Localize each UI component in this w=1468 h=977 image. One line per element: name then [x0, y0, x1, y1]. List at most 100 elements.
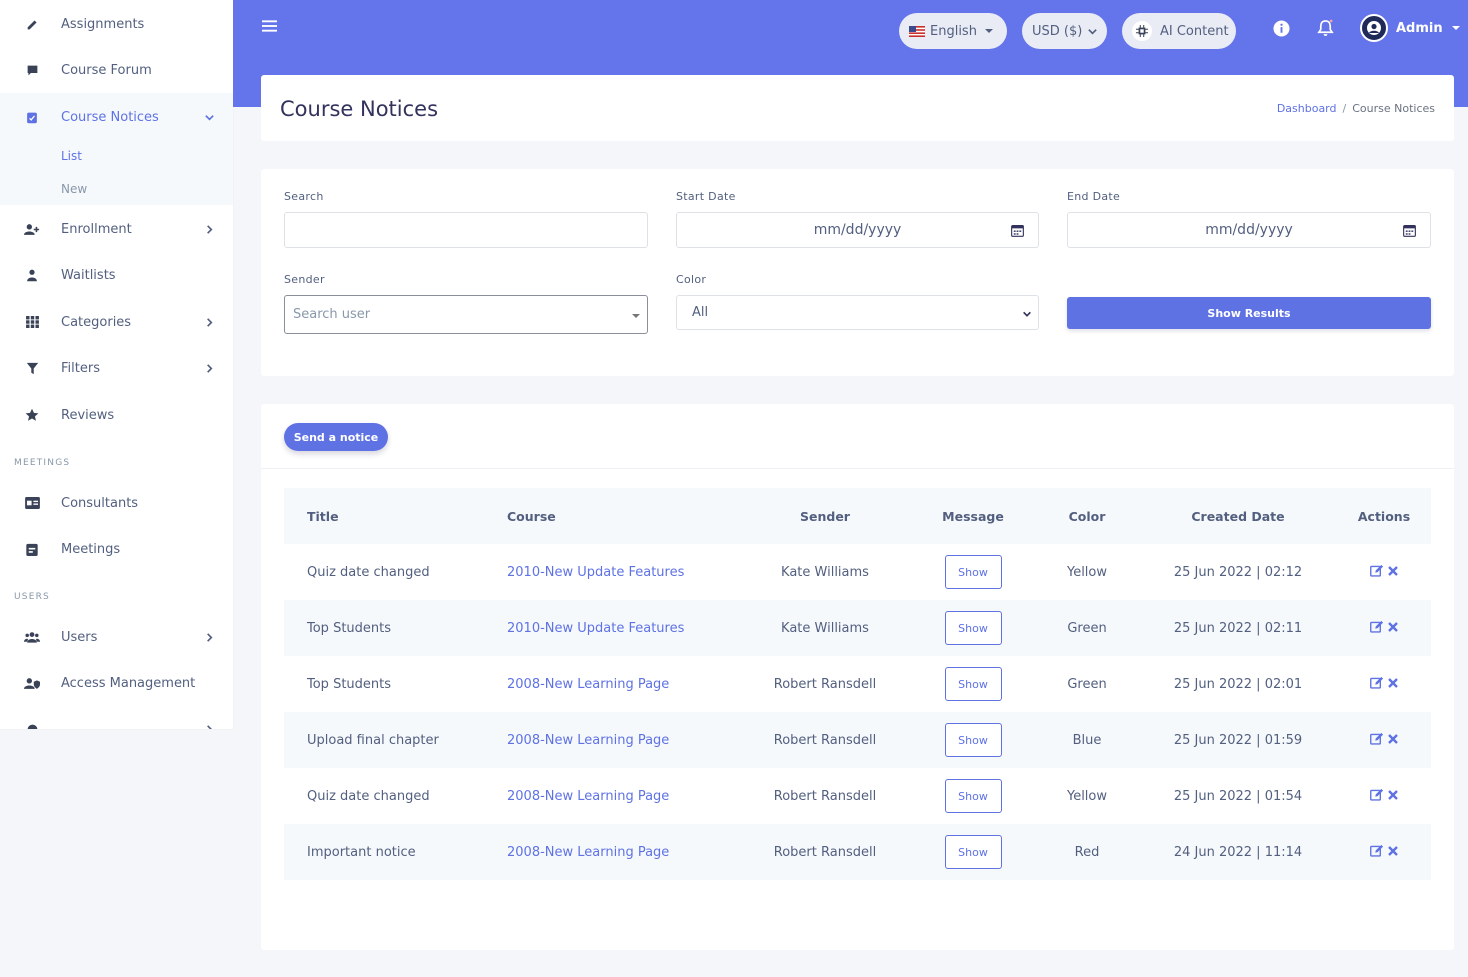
sidebar-item-enrollment[interactable]: Enrollment: [0, 206, 233, 252]
sidebar-item-label: Meetings: [61, 541, 121, 557]
table-row: Quiz date changed 2008-New Learning Page R…: [284, 768, 1431, 824]
sidebar-item-access-management[interactable]: Access Management: [0, 660, 233, 706]
hamburger-menu-icon[interactable]: [262, 18, 278, 34]
color-label: Color: [676, 273, 707, 286]
send-notice-button[interactable]: Send a notice: [284, 423, 388, 451]
sidebar-item-course-notices[interactable]: Course Notices: [0, 94, 233, 140]
chevron-right-icon: [202, 361, 216, 375]
search-label: Search: [284, 190, 324, 203]
sidebar-subitem-list[interactable]: List: [61, 149, 82, 163]
cell-sender: Robert Ransdell: [773, 732, 877, 748]
delete-icon[interactable]: [1388, 621, 1398, 636]
table-row: Top Students 2008-New Learning Page Robert…: [284, 656, 1431, 712]
table-row: Upload final chapter 2008-New Learning Pa…: [284, 712, 1431, 768]
header-title: Title: [307, 508, 339, 524]
sidebar-item-categories[interactable]: Categories: [0, 299, 233, 345]
ai-content-button[interactable]: AI Content: [1122, 13, 1236, 49]
sidebar-item-assignments[interactable]: Assignments: [0, 1, 233, 47]
course-link[interactable]: 2010-New Update Features: [507, 621, 684, 636]
edit-icon[interactable]: [1370, 564, 1384, 581]
cell-title: Quiz date changed: [307, 788, 430, 804]
cell-title: Top Students: [307, 620, 392, 636]
cell-sender: Robert Ransdell: [773, 844, 877, 860]
user-plus-icon: [24, 221, 40, 237]
cell-color: Blue: [1072, 732, 1102, 748]
sidebar-item-users[interactable]: Users: [0, 614, 233, 660]
sidebar-item-filters[interactable]: Filters: [0, 345, 233, 391]
start-date-input[interactable]: mm/dd/yyyy: [676, 212, 1039, 248]
show-message-button[interactable]: Show: [944, 723, 1002, 757]
pencil-icon: [24, 16, 40, 32]
edit-icon[interactable]: [1370, 732, 1384, 749]
cell-created-date: 25 Jun 2022 | 02:12: [1173, 564, 1303, 580]
show-message-button[interactable]: Show: [944, 667, 1002, 701]
delete-icon[interactable]: [1388, 677, 1398, 692]
sidebar-item-label: Enrollment: [61, 221, 132, 237]
sidebar-item-label: Reviews: [61, 407, 115, 423]
sidebar-item-waitlists[interactable]: Waitlists: [0, 252, 233, 298]
course-link[interactable]: 2008-New Learning Page: [507, 733, 669, 748]
sender-select[interactable]: Search user: [284, 295, 648, 334]
edit-icon[interactable]: [1370, 620, 1384, 637]
avatar: [1360, 14, 1388, 42]
color-select[interactable]: All: [676, 295, 1039, 330]
course-link[interactable]: 2008-New Learning Page: [507, 677, 669, 692]
calendar-icon[interactable]: [1403, 224, 1416, 241]
sidebar-item-label: Assignments: [61, 16, 145, 32]
caret-down-icon: [632, 314, 640, 318]
info-icon[interactable]: [1271, 18, 1291, 38]
header-message: Message: [942, 508, 1004, 524]
course-link[interactable]: 2008-New Learning Page: [507, 789, 669, 804]
cell-created-date: 25 Jun 2022 | 01:54: [1173, 788, 1303, 804]
user-clock-icon: [24, 267, 40, 283]
sidebar-item-cut-off[interactable]: [0, 706, 233, 729]
cell-sender: Kate Williams: [781, 620, 869, 636]
show-message-button[interactable]: Show: [944, 555, 1002, 589]
show-results-button[interactable]: Show Results: [1067, 297, 1431, 329]
users-icon: [24, 629, 40, 645]
delete-icon[interactable]: [1388, 565, 1398, 580]
calendar-icon[interactable]: [1011, 224, 1024, 241]
show-message-button[interactable]: Show: [944, 835, 1002, 869]
cell-title: Upload final chapter: [307, 732, 439, 748]
sidebar-item-meetings[interactable]: Meetings: [0, 526, 233, 572]
sidebar-item-label: Filters: [61, 360, 100, 376]
sidebar-item-course-forum[interactable]: Course Forum: [0, 47, 233, 93]
ai-content-label: AI Content: [1160, 23, 1229, 39]
course-link[interactable]: 2008-New Learning Page: [507, 845, 669, 860]
grid-icon: [24, 314, 40, 330]
admin-menu[interactable]: Admin: [1360, 14, 1460, 42]
chevron-down-icon: [1087, 26, 1098, 37]
header-course: Course: [507, 508, 556, 524]
sidebar-subitem-new[interactable]: New: [61, 182, 87, 196]
edit-icon[interactable]: [1370, 844, 1384, 861]
header-actions: Actions: [1357, 508, 1411, 524]
cell-sender: Robert Ransdell: [773, 676, 877, 692]
sidebar: Assignments Course Forum Course Notices …: [0, 0, 233, 729]
delete-icon[interactable]: [1388, 789, 1398, 804]
end-date-input[interactable]: mm/dd/yyyy: [1067, 212, 1431, 248]
sidebar-item-consultants[interactable]: Consultants: [0, 480, 233, 526]
edit-icon[interactable]: [1370, 788, 1384, 805]
sidebar-item-reviews[interactable]: Reviews: [0, 392, 233, 438]
search-input[interactable]: [284, 212, 648, 248]
edit-icon[interactable]: [1370, 676, 1384, 693]
cell-color: Yellow: [1066, 564, 1108, 580]
cell-sender: Robert Ransdell: [773, 788, 877, 804]
card-divider: [261, 468, 1454, 469]
course-link[interactable]: 2010-New Update Features: [507, 565, 684, 580]
delete-icon[interactable]: [1388, 845, 1398, 860]
breadcrumb-dashboard[interactable]: Dashboard: [1277, 102, 1337, 115]
show-message-button[interactable]: Show: [944, 611, 1002, 645]
show-message-button[interactable]: Show: [944, 779, 1002, 813]
language-label: English: [930, 23, 977, 39]
language-selector[interactable]: English: [899, 13, 1007, 49]
bell-icon[interactable]: [1315, 18, 1335, 38]
cell-color: Green: [1067, 620, 1107, 636]
header-color: Color: [1068, 508, 1106, 524]
delete-icon[interactable]: [1388, 733, 1398, 748]
sender-label: Sender: [284, 273, 325, 286]
sidebar-item-label: Course Notices: [61, 109, 159, 125]
cell-color: Yellow: [1066, 788, 1108, 804]
currency-selector[interactable]: USD ($): [1022, 13, 1107, 49]
